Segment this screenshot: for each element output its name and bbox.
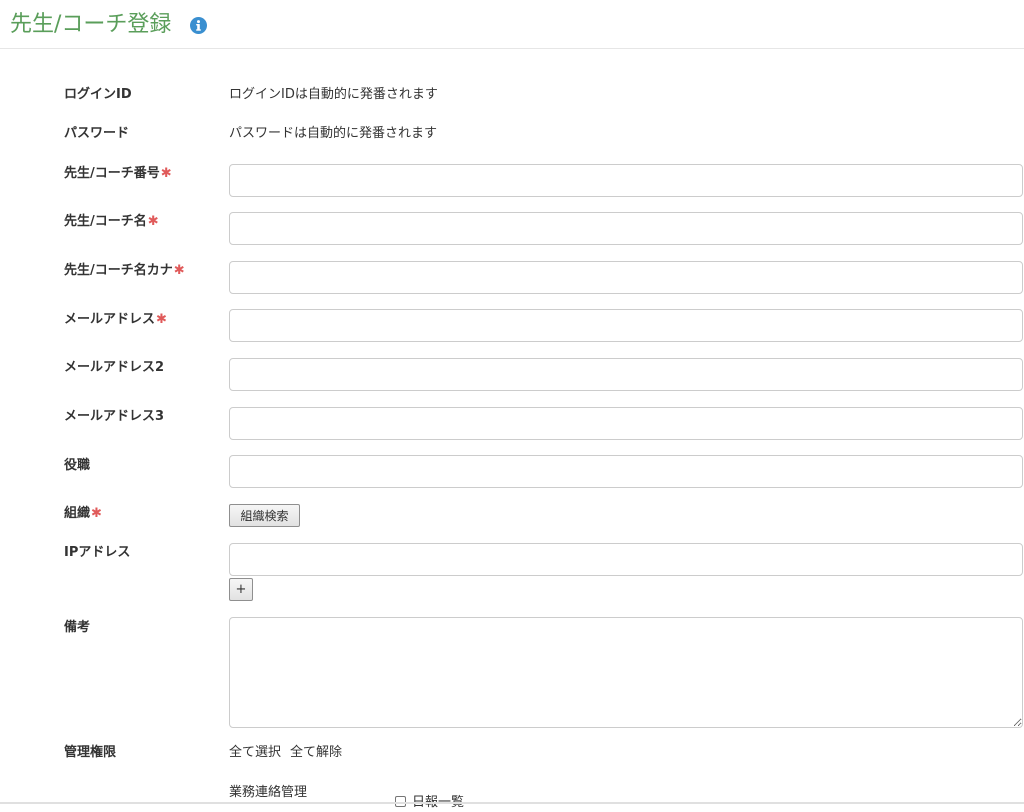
email-label-text: メールアドレス bbox=[64, 312, 156, 327]
email3-label: メールアドレス3 bbox=[64, 409, 165, 424]
email2-input[interactable] bbox=[229, 358, 1023, 391]
coach-number-label-text: 先生/コーチ番号 bbox=[64, 166, 160, 181]
coach-number-input[interactable] bbox=[229, 164, 1023, 197]
email2-label: メールアドレス2 bbox=[64, 360, 165, 375]
notes-label: 備考 bbox=[64, 620, 91, 635]
deselect-all-link[interactable]: 全て解除 bbox=[290, 744, 342, 762]
coach-name-label: 先生/コーチ名✱ bbox=[64, 213, 159, 231]
login-id-value: ログインIDは自動的に発番されます bbox=[229, 87, 438, 102]
add-ip-address-button[interactable]: + bbox=[229, 578, 253, 601]
required-mark: ✱ bbox=[160, 166, 172, 181]
select-all-link[interactable]: 全て選択 bbox=[229, 744, 281, 762]
coach-number-label: 先生/コーチ番号✱ bbox=[64, 165, 172, 183]
coach-name-kana-label: 先生/コーチ名カナ✱ bbox=[64, 262, 185, 280]
email-input[interactable] bbox=[229, 309, 1023, 342]
coach-name-input[interactable] bbox=[229, 212, 1023, 245]
password-value: パスワードは自動的に発番されます bbox=[229, 126, 438, 141]
login-id-label: ログインID bbox=[64, 87, 132, 102]
required-mark: ✱ bbox=[147, 214, 159, 229]
page-title: 先生/コーチ登録 bbox=[10, 12, 172, 37]
permission-group-title: 業務連絡管理 bbox=[229, 785, 308, 800]
position-label: 役職 bbox=[64, 458, 91, 473]
coach-name-kana-input[interactable] bbox=[229, 261, 1023, 294]
position-input[interactable] bbox=[229, 455, 1023, 488]
ip-address-input[interactable] bbox=[229, 543, 1023, 576]
organization-label: 組織✱ bbox=[64, 505, 102, 523]
info-circle-icon[interactable] bbox=[190, 17, 207, 34]
organization-label-text: 組織 bbox=[64, 506, 91, 521]
email3-input[interactable] bbox=[229, 407, 1023, 440]
required-mark: ✱ bbox=[173, 263, 185, 278]
organization-search-button[interactable]: 組織検索 bbox=[229, 504, 300, 527]
email-label: メールアドレス✱ bbox=[64, 311, 167, 329]
notes-textarea[interactable] bbox=[229, 617, 1023, 728]
required-mark: ✱ bbox=[156, 312, 167, 327]
required-mark: ✱ bbox=[91, 506, 102, 521]
coach-name-kana-label-text: 先生/コーチ名カナ bbox=[64, 263, 173, 278]
coach-name-label-text: 先生/コーチ名 bbox=[64, 214, 147, 229]
password-label: パスワード bbox=[64, 126, 130, 141]
permissions-label: 管理権限 bbox=[64, 745, 117, 760]
page-header: 先生/コーチ登録 bbox=[0, 0, 1024, 49]
ip-address-label: IPアドレス bbox=[64, 545, 131, 560]
